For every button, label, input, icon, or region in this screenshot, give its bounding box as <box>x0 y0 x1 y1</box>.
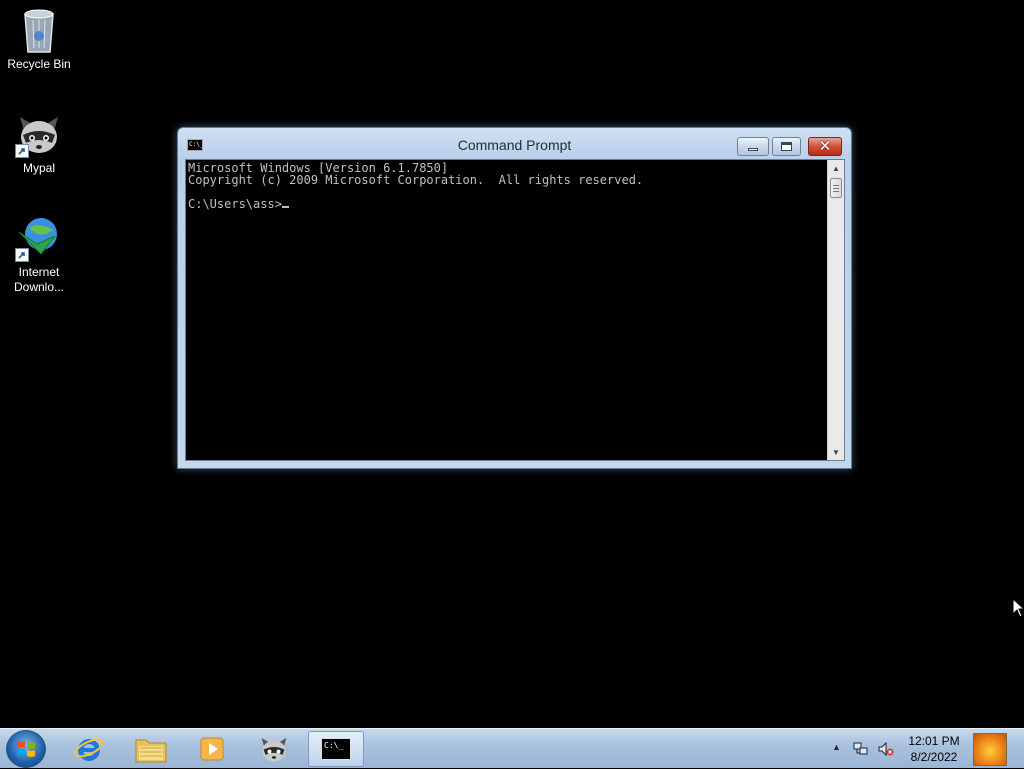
volume-muted-icon[interactable] <box>878 741 894 757</box>
taskbar: C:\_ ▲ 12:01 PM 8/2/2022 <box>0 728 1024 768</box>
folder-icon <box>135 739 167 763</box>
console-area[interactable]: Microsoft Windows [Version 6.1.7850] Copy… <box>185 159 845 461</box>
console-prompt-line: C:\Users\ass> <box>188 198 827 210</box>
network-icon[interactable] <box>853 741 869 757</box>
show-hidden-icons-icon[interactable]: ▲ <box>832 742 841 752</box>
scroll-up-arrow-icon[interactable]: ▲ <box>828 160 844 176</box>
desktop-icon-recycle-bin[interactable]: Recycle Bin <box>1 6 77 72</box>
internet-explorer-icon <box>74 738 104 761</box>
taskbar-media-player[interactable] <box>184 731 240 767</box>
desktop-icon-mypal[interactable]: Mypal <box>1 110 77 176</box>
taskbar-command-prompt[interactable]: C:\_ <box>308 731 364 767</box>
mouse-pointer-icon <box>1012 597 1024 623</box>
desktop-icon-internet-download-manager[interactable]: Internet Downlo... <box>1 214 77 295</box>
close-button[interactable]: ✕ <box>808 137 842 156</box>
internet-download-manager-icon <box>15 214 63 262</box>
desktop: Recycle Bin Mypal Internet Downlo... C:\… <box>0 0 1024 728</box>
console-line: Copyright (c) 2009 Microsoft Corporation… <box>188 173 644 187</box>
desktop-icon-label: Internet Downlo... <box>13 265 65 294</box>
cmd-icon: C:\_ <box>321 738 351 760</box>
command-prompt-window[interactable]: C:\_ Command Prompt ✕ Microsoft Windows … <box>177 127 852 469</box>
desktop-icon-label: Recycle Bin <box>7 57 71 71</box>
shortcut-arrow-icon <box>15 248 29 262</box>
taskbar-clock[interactable]: 12:01 PM 8/2/2022 <box>900 733 968 765</box>
windows-start-orb <box>17 741 35 757</box>
show-desktop-button[interactable] <box>973 733 1007 766</box>
media-player-icon <box>200 737 224 761</box>
text-cursor <box>281 206 289 208</box>
maximize-button[interactable] <box>772 137 801 156</box>
scroll-down-arrow-icon[interactable]: ▼ <box>828 444 844 460</box>
mypal-raccoon-icon <box>261 737 287 762</box>
minimize-button[interactable] <box>737 137 769 156</box>
console-output[interactable]: Microsoft Windows [Version 6.1.7850] Copy… <box>187 161 827 459</box>
taskbar-internet-explorer[interactable] <box>61 731 117 767</box>
start-button[interactable] <box>6 730 46 768</box>
recycle-bin-icon <box>15 6 63 54</box>
desktop-icon-label: Mypal <box>22 161 55 175</box>
clock-time: 12:01 PM <box>908 734 960 748</box>
shortcut-arrow-icon <box>15 144 29 158</box>
minimize-icon <box>748 148 758 151</box>
mypal-raccoon-icon <box>15 110 63 158</box>
maximize-icon <box>781 142 792 151</box>
window-titlebar[interactable]: C:\_ Command Prompt ✕ <box>178 128 851 160</box>
scrollbar-thumb[interactable] <box>830 178 842 198</box>
vertical-scrollbar[interactable]: ▲ ▼ <box>827 160 844 460</box>
taskbar-windows-explorer[interactable] <box>123 731 179 767</box>
close-icon: ✕ <box>818 137 832 155</box>
console-prompt: C:\Users\ass> <box>188 197 282 211</box>
taskbar-mypal[interactable] <box>246 731 302 767</box>
clock-date: 8/2/2022 <box>910 750 958 764</box>
